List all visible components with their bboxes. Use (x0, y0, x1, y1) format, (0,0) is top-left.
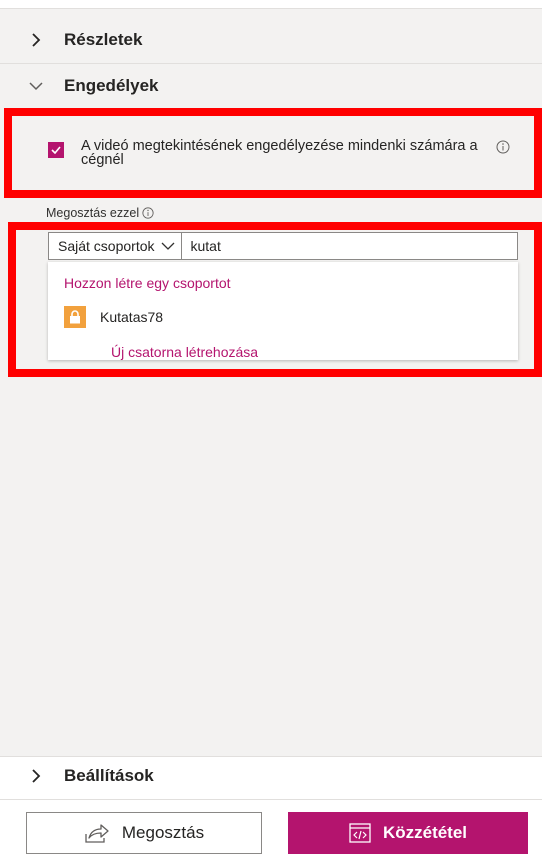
publish-button-label: Közzététel (382, 823, 468, 842)
publish-button[interactable]: Közzététel (288, 812, 528, 854)
section-settings-header[interactable]: Beállítások (0, 753, 542, 799)
info-icon[interactable] (142, 207, 154, 219)
share-icon (85, 824, 109, 843)
chevron-down-icon (28, 78, 44, 94)
chevron-right-icon (28, 32, 44, 48)
highlight-box (4, 108, 542, 198)
section-settings-label: Beállítások (64, 766, 154, 785)
publish-icon (349, 823, 371, 843)
section-permissions-label: Engedélyek (64, 76, 159, 95)
chevron-right-icon (28, 768, 44, 784)
section-details-label: Részletek (64, 30, 143, 49)
highlight-box (8, 222, 542, 377)
section-details-header[interactable]: Részletek (0, 18, 542, 62)
section-divider (0, 799, 542, 800)
share-button-label: Megosztás (121, 823, 205, 842)
section-permissions-header[interactable]: Engedélyek (0, 64, 542, 108)
share-with-label: Megosztás ezzel (46, 206, 154, 220)
share-with-text: Megosztás ezzel (46, 206, 140, 220)
share-button[interactable]: Megosztás (26, 812, 262, 854)
